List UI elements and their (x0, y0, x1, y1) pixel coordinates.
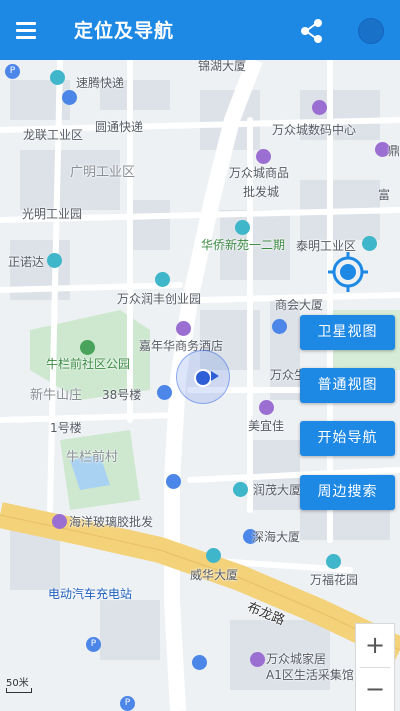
zoom-in-button[interactable]: + (356, 624, 394, 667)
map-label: 1号楼 (50, 421, 82, 435)
map-label: 速腾快递 (76, 76, 125, 90)
map-label: 润茂大厦 (253, 483, 302, 497)
normal-view-button[interactable]: 普通视图 (300, 368, 395, 403)
heading-arrow-icon (211, 371, 219, 381)
map-label: A1区生活采集馆 (266, 668, 354, 682)
bus-stop-icon[interactable] (272, 319, 287, 334)
scale-label: 50米 (6, 678, 29, 689)
map-label: 商会大厦 (275, 298, 324, 312)
user-location-marker (176, 350, 230, 404)
parking-icon[interactable]: P (5, 64, 20, 79)
page-title: 定位及导航 (74, 20, 175, 42)
map-label: 新牛山庄 (30, 388, 83, 403)
poi-icon[interactable] (50, 70, 65, 85)
shop-icon[interactable] (312, 100, 327, 115)
zoom-control: + − (355, 623, 395, 711)
map-label: 电动汽车充电站 (48, 587, 133, 601)
building-icon[interactable] (326, 554, 341, 569)
building-icon[interactable] (235, 220, 250, 235)
building-icon[interactable] (155, 272, 170, 287)
map-label: 批发城 (243, 185, 280, 199)
map-view[interactable]: P P P 锦湖大厦 速腾快递 龙联工业区 圆通快递 万众城数码中心 广明工业区… (0, 60, 400, 711)
map-label: 万众城商品 (229, 166, 290, 180)
shop-icon[interactable] (52, 514, 67, 529)
building-icon[interactable] (47, 253, 62, 268)
building-icon[interactable] (206, 548, 221, 563)
bus-stop-icon[interactable] (62, 90, 77, 105)
parking-icon[interactable]: P (86, 637, 101, 652)
map-label: 万福花园 (310, 573, 359, 587)
shop-icon[interactable] (256, 149, 271, 164)
map-label: 38号楼 (102, 388, 142, 402)
profile-icon[interactable] (358, 18, 384, 44)
zoom-out-button[interactable]: − (356, 668, 394, 711)
bus-stop-icon[interactable] (166, 474, 181, 489)
map-label: 深海大厦 (252, 530, 301, 544)
map-label: 万众润丰创业园 (117, 292, 202, 306)
map-label: 富 (378, 188, 391, 202)
building-icon[interactable] (362, 236, 377, 251)
map-label: 锦湖大厦 (198, 60, 247, 73)
map-label: 美宜佳 (248, 419, 285, 433)
map-label: 广明工业区 (70, 165, 136, 180)
map-label: 万众城家居 (266, 652, 327, 666)
locate-icon[interactable] (326, 250, 370, 294)
map-label: 牛栏前社区公园 (46, 357, 131, 371)
menu-icon[interactable] (14, 18, 40, 42)
satellite-view-button[interactable]: 卫星视图 (300, 315, 395, 350)
parking-icon[interactable]: P (120, 696, 135, 711)
shop-icon[interactable] (250, 652, 265, 667)
map-label: 正诺达 (8, 255, 45, 269)
app-bar: 定位及导航 (0, 0, 400, 60)
nearby-search-button[interactable]: 周边搜索 (300, 475, 395, 510)
bus-stop-icon[interactable] (157, 385, 172, 400)
shop-icon[interactable] (259, 400, 274, 415)
start-navigation-button[interactable]: 开始导航 (300, 421, 395, 456)
location-dot (194, 369, 212, 387)
map-label: 海洋玻璃胶批发 (69, 515, 154, 529)
map-label: 牛栏前村 (66, 450, 119, 465)
building-icon[interactable] (233, 482, 248, 497)
map-label: 光明工业园 (22, 207, 83, 221)
map-label: 鼎 (388, 144, 400, 158)
bus-stop-icon[interactable] (192, 655, 207, 670)
map-label: 华侨新苑一二期 (201, 238, 286, 252)
park-icon[interactable] (80, 340, 95, 355)
map-label: 万众城数码中心 (272, 123, 357, 137)
scale-bar (6, 688, 32, 693)
map-label: 圆通快递 (95, 120, 144, 134)
hotel-icon[interactable] (176, 321, 191, 336)
share-icon[interactable] (299, 18, 325, 44)
map-label: 龙联工业区 (23, 128, 84, 142)
map-label: 威华大厦 (190, 568, 239, 582)
